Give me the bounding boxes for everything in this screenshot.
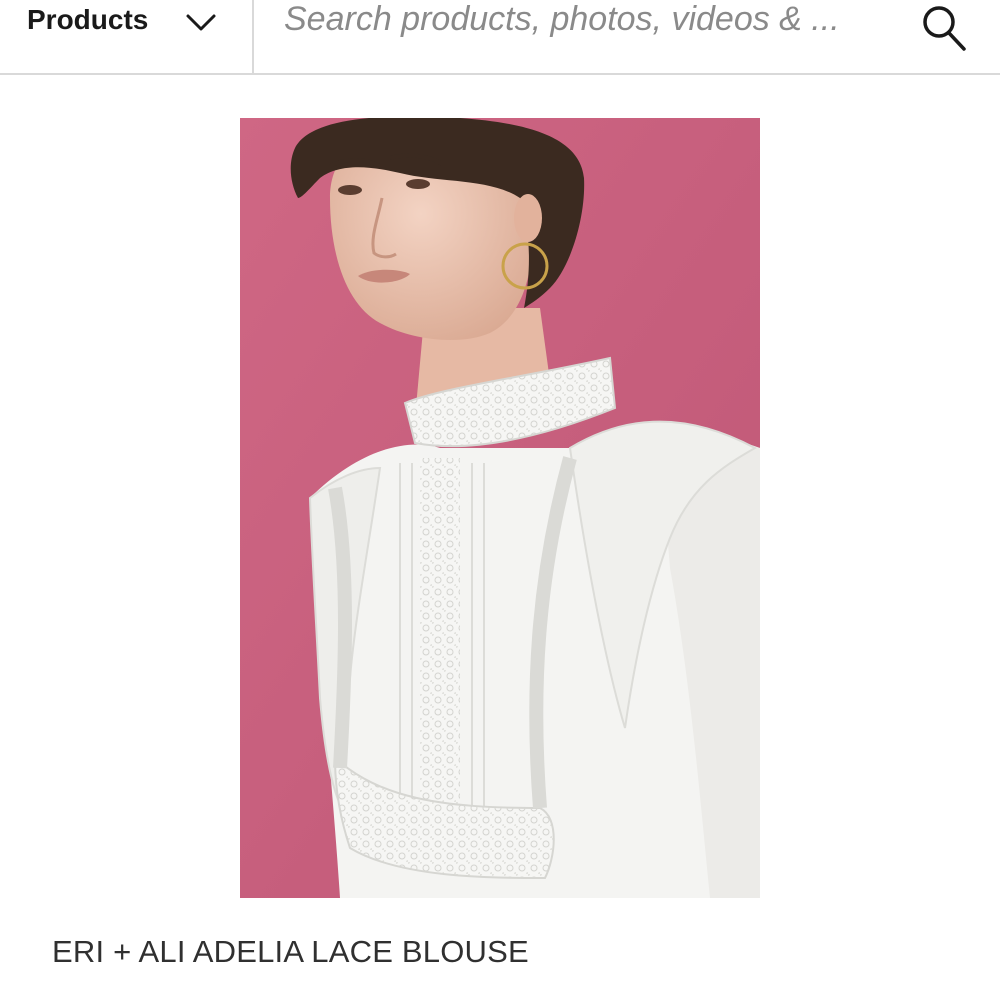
category-label: Products bbox=[27, 4, 149, 35]
search-field-wrapper bbox=[256, 0, 896, 73]
top-bar: Products bbox=[0, 0, 1000, 75]
product-image[interactable] bbox=[240, 118, 760, 898]
search-button[interactable] bbox=[916, 0, 972, 56]
chevron-down-icon bbox=[186, 14, 216, 31]
search-input[interactable] bbox=[256, 0, 896, 73]
category-dropdown[interactable]: Products bbox=[0, 0, 254, 73]
search-icon bbox=[923, 6, 966, 51]
product-title[interactable]: ERI + ALI ADELIA LACE BLOUSE bbox=[52, 934, 529, 970]
product-photo bbox=[240, 118, 760, 898]
